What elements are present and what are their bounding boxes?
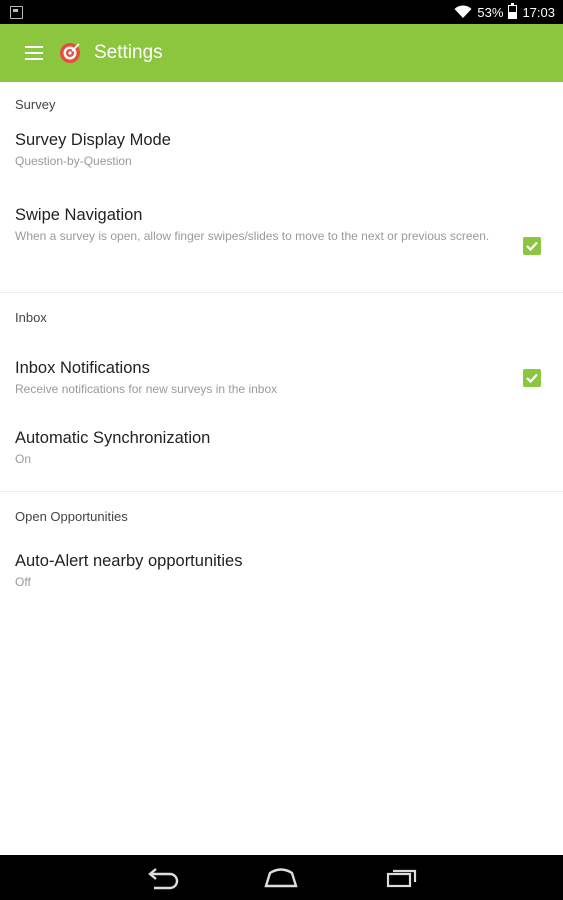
- inbox-notifications-checkbox[interactable]: [523, 369, 541, 387]
- check-icon: [526, 373, 538, 384]
- section-header-inbox: Inbox: [15, 309, 47, 325]
- pref-title: Automatic Synchronization: [15, 429, 211, 447]
- pref-title: Inbox Notifications: [15, 359, 150, 377]
- navigation-bar: [0, 855, 563, 900]
- clock: 17:03: [522, 4, 555, 20]
- pref-auto-alert-opportunities[interactable]: Auto-Alert nearby opportunities Off: [0, 540, 563, 612]
- recents-icon[interactable]: [384, 864, 420, 892]
- section-header-survey: Survey: [15, 96, 56, 112]
- pref-survey-display-mode[interactable]: Survey Display Mode Question-by-Question: [0, 126, 563, 188]
- hamburger-menu-icon[interactable]: [25, 46, 43, 60]
- notification-icon: [10, 6, 23, 19]
- pref-summary: When a survey is open, allow finger swip…: [15, 229, 490, 243]
- settings-list: Survey Survey Display Mode Question-by-Q…: [0, 82, 563, 612]
- app-logo-icon: [60, 43, 80, 63]
- section-header-open-opportunities: Open Opportunities: [15, 508, 128, 524]
- battery-icon: [508, 3, 518, 19]
- pref-swipe-navigation[interactable]: Swipe Navigation When a survey is open, …: [0, 188, 563, 292]
- pref-automatic-synchronization[interactable]: Automatic Synchronization On: [0, 415, 563, 491]
- pref-title: Auto-Alert nearby opportunities: [15, 552, 243, 570]
- pref-summary: Question-by-Question: [15, 154, 132, 168]
- battery-percent: 53%: [477, 4, 504, 20]
- app-bar: Settings: [0, 24, 563, 82]
- back-icon[interactable]: [144, 864, 180, 892]
- swipe-navigation-checkbox[interactable]: [523, 237, 541, 255]
- check-icon: [526, 241, 538, 252]
- pref-title: Survey Display Mode: [15, 131, 171, 149]
- pref-title: Swipe Navigation: [15, 206, 143, 224]
- status-bar: 53% 17:03: [0, 0, 563, 24]
- wifi-icon: [454, 5, 472, 18]
- pref-summary: Receive notifications for new surveys in…: [15, 382, 278, 396]
- pref-summary: Off: [15, 575, 31, 589]
- pref-summary: On: [15, 452, 32, 466]
- home-icon[interactable]: [263, 864, 299, 892]
- status-bar-right: 53% 17:03: [454, 0, 555, 24]
- pref-inbox-notifications[interactable]: Inbox Notifications Receive notification…: [0, 341, 563, 415]
- page-title: Settings: [94, 42, 163, 63]
